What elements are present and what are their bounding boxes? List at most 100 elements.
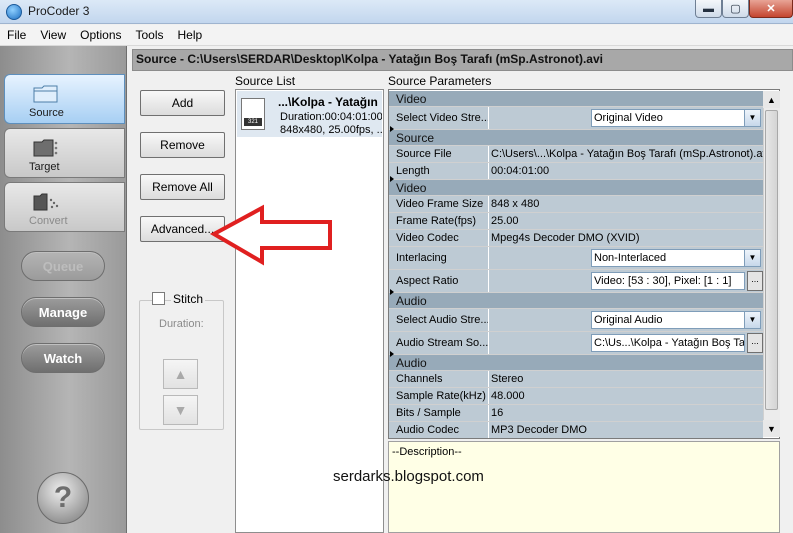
tab-source[interactable]: Source — [4, 74, 125, 124]
scroll-down-icon[interactable]: ▼ — [763, 420, 780, 437]
title-bar — [0, 0, 793, 24]
param-row[interactable]: Interlacing Non-Interlaced ▼ — [389, 247, 763, 270]
param-row[interactable]: Bits / Sample 16 — [389, 405, 763, 422]
folder-icon — [33, 85, 58, 103]
source-list[interactable] — [235, 89, 384, 533]
remove-all-button-label: Remove All — [152, 180, 213, 194]
param-section-header: Audio — [389, 351, 763, 371]
tab-target[interactable]: Target — [4, 128, 125, 178]
param-label: Frame Rate(fps) — [389, 213, 489, 229]
row-marker-icon — [390, 289, 394, 295]
menu-view[interactable]: View — [33, 25, 73, 46]
param-row[interactable]: Aspect Ratio... Video: [53 : 30], Pixel: … — [389, 270, 763, 293]
tab-source-label: Source — [29, 107, 64, 119]
minimize-button[interactable]: ▬ — [695, 0, 722, 18]
param-row[interactable]: Frame Rate(fps) 25.00 — [389, 213, 763, 230]
source-header-path: Source - C:\Users\SERDAR\Desktop\Kolpa -… — [136, 52, 603, 66]
target-folder-icon — [33, 139, 58, 157]
param-row[interactable]: Source File C:\Users\...\Kolpa - Yatağın … — [389, 146, 763, 163]
param-row[interactable]: Channels Stereo — [389, 371, 763, 388]
param-row[interactable]: Length 00:04:01:00 — [389, 163, 763, 180]
menu-tools[interactable]: Tools — [129, 25, 171, 46]
param-label: Bits / Sample — [389, 405, 489, 421]
row-marker-icon — [390, 351, 394, 357]
maximize-button[interactable]: ▢ — [722, 0, 749, 18]
stitch-checkbox[interactable] — [152, 292, 165, 305]
param-value-cell: Stereo — [489, 371, 763, 387]
advanced-button-label: Advanced... — [150, 222, 215, 236]
browse-ellipsis-button[interactable]: ... — [747, 333, 763, 353]
remove-button-label: Remove — [160, 138, 205, 152]
help-button[interactable]: ? — [37, 472, 89, 524]
manage-button[interactable]: Manage — [21, 297, 105, 327]
menu-options[interactable]: Options — [73, 25, 128, 46]
param-row[interactable]: Audio Stream So...... C:\Us...\Kolpa - Ya… — [389, 332, 763, 355]
param-row[interactable]: Select Audio Stre... Original Audio ▼ — [389, 309, 763, 332]
param-section-label: Video — [396, 92, 427, 106]
menu-help[interactable]: Help — [171, 25, 210, 46]
tab-convert-label: Convert — [29, 215, 68, 227]
param-section-header: Source — [389, 126, 763, 146]
param-row[interactable]: Select Video Stre... Original Video ▼ — [389, 107, 763, 130]
param-value-cell: MP3 Decoder DMO — [489, 422, 763, 438]
param-row[interactable]: Video Codec Mpeg4s Decoder DMO (XVID) — [389, 230, 763, 247]
param-section-label: Source — [396, 131, 435, 145]
param-label: Sample Rate(kHz) — [389, 388, 489, 404]
row-marker-icon — [390, 126, 394, 132]
source-item-duration: Duration:00:04:01:00 — [280, 111, 382, 123]
scroll-up-icon[interactable]: ▲ — [763, 91, 780, 108]
move-down-button[interactable]: ▼ — [163, 395, 198, 425]
chevron-down-icon[interactable]: ▼ — [744, 312, 760, 328]
param-dropdown[interactable]: Non-Interlaced ▼ — [591, 249, 761, 267]
param-section-label: Audio — [396, 356, 427, 370]
convert-icon — [33, 193, 59, 211]
red-annotation-arrow — [210, 204, 332, 266]
watch-button[interactable]: Watch — [21, 343, 105, 373]
tab-target-label: Target — [29, 161, 60, 173]
source-item-info: 848x480, 25.00fps, ... — [280, 124, 382, 136]
param-value-cell: Non-Interlaced ▼ — [489, 247, 763, 269]
file-icon-badge: 321 — [244, 118, 262, 126]
param-label: Video Codec — [389, 230, 489, 246]
param-value-cell: 00:04:01:00 — [489, 163, 763, 179]
param-value-cell: 16 — [489, 405, 763, 421]
param-label: Audio Codec — [389, 422, 489, 438]
row-marker-icon — [390, 176, 394, 182]
remove-button[interactable]: Remove — [140, 132, 225, 158]
param-label: Length — [389, 163, 489, 179]
param-value: Original Audio — [594, 314, 663, 326]
chevron-down-icon[interactable]: ▼ — [744, 110, 760, 126]
params-scroll-thumb[interactable] — [765, 110, 778, 410]
add-button[interactable]: Add — [140, 90, 225, 116]
arrow-up-icon: ▲ — [173, 366, 188, 382]
param-label: Channels — [389, 371, 489, 387]
param-value-cell: ...C:\Us...\Kolpa - Yatağın Boş Tarafı (… — [489, 332, 763, 354]
tab-convert[interactable]: Convert — [4, 182, 125, 232]
param-section-header: Audio — [389, 289, 763, 309]
chevron-down-icon[interactable]: ▼ — [744, 250, 760, 266]
source-parameters-grid[interactable]: Video Select Video Stre... Original Video ▼… — [388, 89, 780, 439]
param-value-field[interactable]: C:\Us...\Kolpa - Yatağın Boş Tarafı (mSp… — [591, 334, 745, 352]
param-section-header: Video — [389, 176, 763, 196]
move-up-button[interactable]: ▲ — [163, 359, 198, 389]
video-file-icon: 321 — [241, 98, 265, 130]
param-row[interactable]: Video Frame Size 848 x 480 — [389, 196, 763, 213]
param-row[interactable]: Audio Codec MP3 Decoder DMO — [389, 422, 763, 438]
param-label: Audio Stream So... — [389, 332, 489, 354]
watermark-text: serdarks.blogspot.com — [333, 468, 484, 485]
param-value-cell: 848 x 480 — [489, 196, 763, 212]
browse-ellipsis-button[interactable]: ... — [747, 271, 763, 291]
close-button[interactable]: ✕ — [749, 0, 793, 18]
param-value-field[interactable]: Video: [53 : 30], Pixel: [1 : 1] — [591, 272, 745, 290]
queue-button[interactable]: Queue — [21, 251, 105, 281]
param-dropdown[interactable]: Original Video ▼ — [591, 109, 761, 127]
param-dropdown[interactable]: Original Audio ▼ — [591, 311, 761, 329]
remove-all-button[interactable]: Remove All — [140, 174, 225, 200]
param-value-cell: Mpeg4s Decoder DMO (XVID) — [489, 230, 763, 246]
menu-file[interactable]: File — [0, 25, 33, 46]
param-section-label: Video — [396, 181, 427, 195]
param-row[interactable]: Sample Rate(kHz) 48.000 — [389, 388, 763, 405]
param-label: Select Audio Stre... — [389, 309, 489, 331]
param-label: Aspect Ratio — [389, 270, 489, 292]
param-label: Select Video Stre... — [389, 107, 489, 129]
